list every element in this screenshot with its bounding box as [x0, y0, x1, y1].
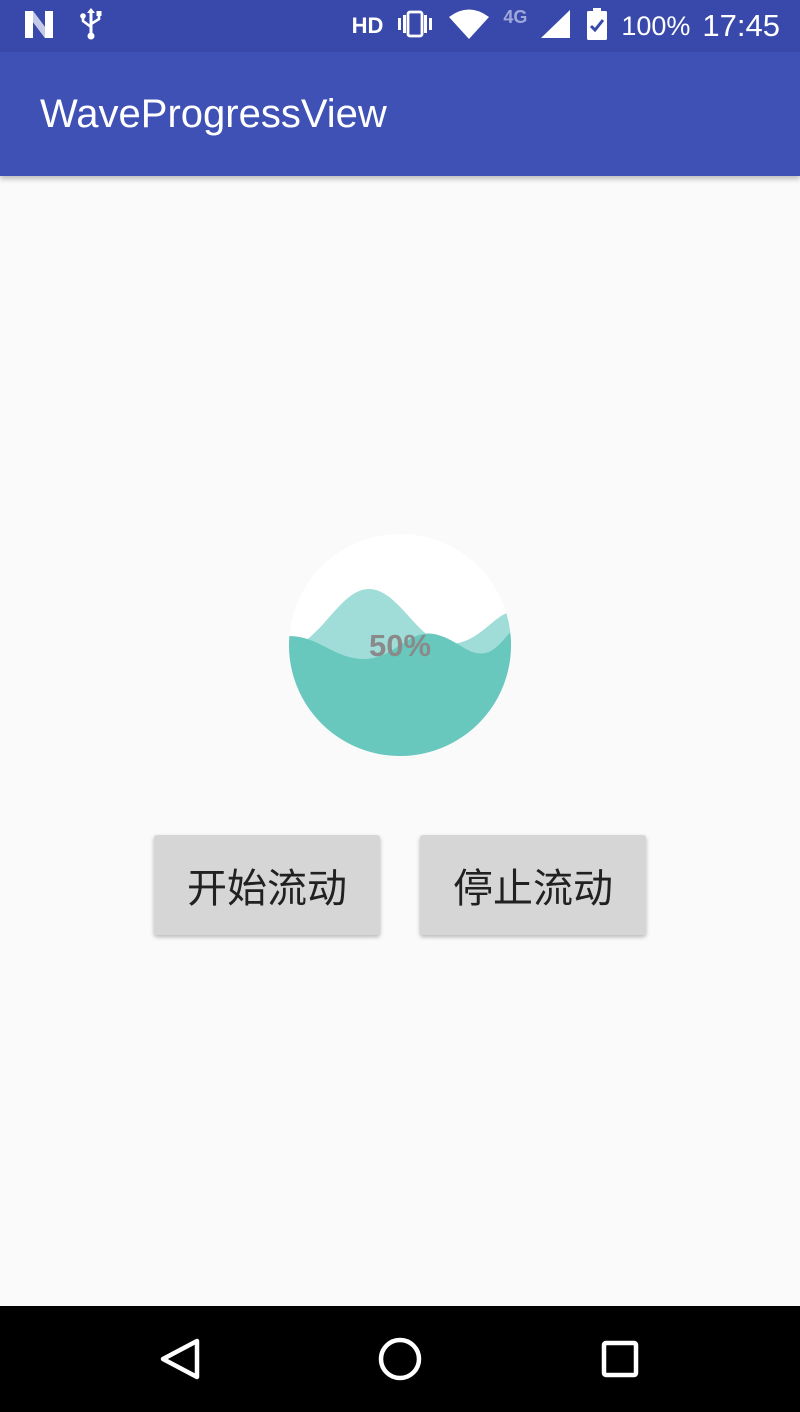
recents-icon[interactable]	[595, 1334, 645, 1384]
status-right: HD 4G 100% 17:45	[352, 6, 780, 46]
signal-icon	[539, 8, 573, 45]
start-flow-button[interactable]: 开始流动	[154, 835, 380, 935]
stop-flow-button[interactable]: 停止流动	[420, 835, 646, 935]
usb-icon	[78, 7, 104, 46]
clock: 17:45	[702, 8, 780, 43]
navigation-bar	[0, 1306, 800, 1412]
battery-icon	[585, 7, 609, 46]
back-icon[interactable]	[155, 1334, 205, 1384]
wave-progress-view: 50%	[289, 534, 511, 756]
app-bar: WaveProgressView	[0, 52, 800, 176]
hd-indicator: HD	[351, 13, 384, 38]
notification-n-icon	[22, 8, 56, 45]
status-bar: HD 4G 100% 17:45	[0, 0, 800, 52]
vibrate-icon	[395, 9, 435, 44]
home-icon[interactable]	[375, 1334, 425, 1384]
network-type: 4G	[503, 6, 528, 27]
app-title: WaveProgressView	[40, 92, 387, 136]
progress-label: 50%	[368, 628, 432, 663]
battery-percent: 100%	[621, 10, 691, 41]
status-left	[22, 7, 104, 46]
wifi-icon	[447, 8, 491, 45]
app-screen: HD 4G 100% 17:45 WaveProgressView 50% 开始…	[0, 0, 800, 1412]
